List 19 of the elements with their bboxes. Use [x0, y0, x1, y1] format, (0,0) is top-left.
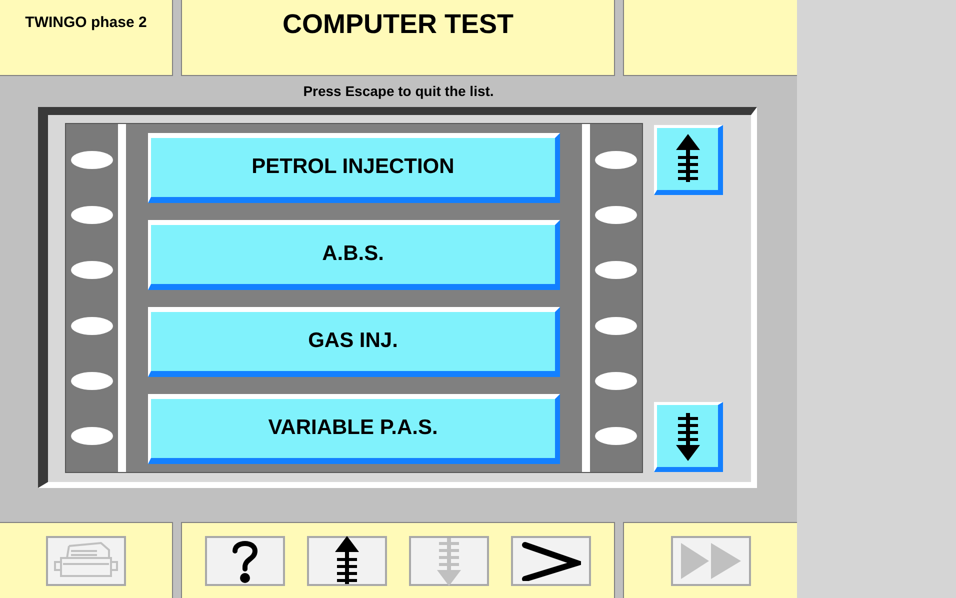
- toolbar-button[interactable]: [511, 536, 591, 586]
- help-icon: [230, 538, 260, 582]
- scroll-down-button[interactable]: [654, 402, 723, 472]
- down-arrow-icon: [676, 411, 700, 461]
- chevron-right-icon: [521, 540, 581, 580]
- list-item-button[interactable]: VARIABLE P.A.S.: [148, 394, 560, 464]
- vehicle-label: TWINGO phase 2: [25, 13, 147, 33]
- fast-forward-icon: [678, 540, 742, 580]
- screen-title: COMPUTER TEST: [282, 8, 514, 41]
- list-item-button[interactable]: GAS INJ.: [148, 306, 560, 376]
- list-item-button[interactable]: PETROL INJECTION: [148, 132, 560, 202]
- up-arrow-icon: [335, 536, 359, 586]
- instruction-text: Press Escape to quit the list.: [303, 82, 494, 101]
- list-item-button[interactable]: A.B.S.: [148, 220, 560, 290]
- up-arrow-icon: [676, 134, 700, 184]
- scroll-up-button[interactable]: [654, 125, 723, 195]
- down-arrow-icon: [437, 536, 461, 586]
- toolbar-button[interactable]: [307, 536, 387, 586]
- toolbar-button[interactable]: [205, 536, 285, 586]
